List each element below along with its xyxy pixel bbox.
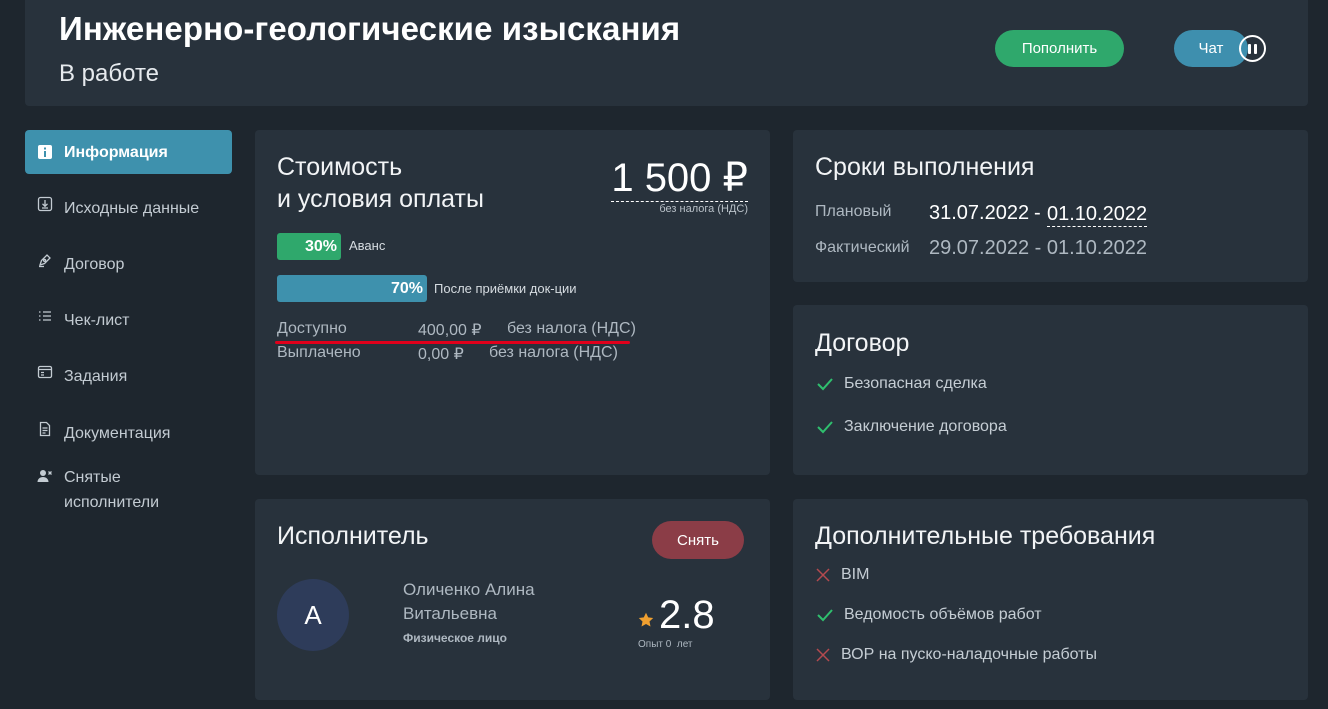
document-icon (37, 421, 53, 437)
check-icon (815, 607, 835, 623)
sidebar-item-checklist[interactable]: Чек-лист (25, 308, 232, 333)
sidebar-item-source-data[interactable]: Исходные данные (25, 196, 232, 221)
topup-button[interactable]: Пополнить (995, 30, 1124, 67)
sidebar-item-label: Задания (64, 368, 128, 385)
sidebar-item-label: Исходные данные (64, 200, 200, 217)
cost-title-line1: Стоимость (277, 153, 403, 181)
remove-executor-button[interactable]: Снять (652, 521, 744, 559)
checklist-icon (37, 308, 53, 324)
deadlines-card: Сроки выполнения Плановый 31.07.2022 - 0… (793, 130, 1308, 282)
price-note: без налога (НДС) (659, 203, 748, 215)
deadlines-title: Сроки выполнения (815, 153, 1035, 181)
check-icon (815, 376, 835, 392)
tasks-icon (37, 364, 53, 380)
extra-item-commissioning: ВОР на пуско-наладочные работы (815, 646, 1097, 664)
status-text: В работе (59, 60, 160, 87)
extra-requirements-card: Дополнительные требования BIM Ведомость … (793, 499, 1308, 700)
contract-item-conclusion: Заключение договора (815, 418, 1007, 436)
cost-card: Стоимость и условия оплаты 1 500 ₽ без н… (255, 130, 770, 475)
after-acceptance-bar: 70% (277, 275, 427, 302)
planned-dash: - (1034, 202, 1041, 224)
cost-title-line2: и условия оплаты (277, 185, 484, 213)
sidebar-item-label: Информация (64, 143, 168, 161)
pen-icon (37, 252, 53, 268)
page-title: Инженерно-геологические изыскания (59, 10, 681, 47)
paid-amount: 0,00 ₽ (418, 346, 464, 363)
executor-name-line1[interactable]: Оличенко Алина (403, 580, 535, 600)
sidebar-item-removed-executors[interactable]: Снятые исполнители (25, 465, 232, 515)
advance-label: Аванс (349, 238, 386, 253)
paid-label: Выплачено (277, 344, 361, 361)
page-header: Инженерно-геологические изыскания В рабо… (25, 0, 1308, 106)
avatar[interactable]: А (277, 579, 349, 651)
advance-bar: 30% (277, 233, 341, 260)
planned-end-date[interactable]: 01.10.2022 (1047, 202, 1148, 227)
planned-start-date: 31.07.2022 (929, 202, 1030, 224)
sidebar-item-label: Договор (64, 256, 125, 273)
chat-button[interactable]: Чат (1174, 30, 1248, 67)
available-label: Доступно (277, 320, 347, 337)
sidebar-item-information[interactable]: Информация (25, 130, 232, 174)
user-remove-icon (37, 468, 53, 484)
sidebar-item-contract[interactable]: Договор (25, 252, 232, 277)
cross-icon (815, 647, 831, 663)
contract-item-safe-deal: Безопасная сделка (815, 375, 987, 393)
experience-text: Опыт 0 лет (638, 639, 693, 650)
executor-type: Физическое лицо (403, 631, 508, 645)
extra-item-bim: BIM (815, 566, 869, 584)
available-amount: 400,00 ₽ (418, 322, 482, 339)
sidebar-item-label: Снятые исполнители (64, 469, 160, 511)
actual-dates: 29.07.2022 - 01.10.2022 (929, 237, 1147, 259)
executor-name-line2[interactable]: Витальевна (403, 604, 497, 624)
sidebar-item-tasks[interactable]: Задания (25, 364, 232, 389)
cross-icon (815, 567, 831, 583)
check-icon (815, 419, 835, 435)
extra-title: Дополнительные требования (815, 522, 1156, 550)
sidebar-item-documentation[interactable]: Документация (25, 421, 232, 446)
sidebar-item-label: Документация (64, 425, 171, 442)
info-icon (37, 144, 53, 160)
after-acceptance-percent: 70% (390, 279, 423, 297)
star-icon (638, 612, 654, 633)
extra-item-volume-sheet: Ведомость объёмов работ (815, 606, 1042, 624)
executor-title: Исполнитель (277, 522, 429, 550)
planned-label: Плановый (815, 203, 892, 220)
download-box-icon (37, 196, 53, 212)
contract-title: Договор (815, 329, 910, 357)
sidebar-item-label: Чек-лист (64, 312, 130, 329)
rating-value: 2.8 (659, 593, 715, 637)
price-value[interactable]: 1 500 ₽ (611, 155, 748, 202)
actual-label: Фактический (815, 239, 910, 256)
pause-icon[interactable] (1239, 35, 1266, 62)
contract-card: Договор Безопасная сделка Заключение дог… (793, 305, 1308, 475)
available-tax-note: без налога (НДС) (507, 320, 636, 337)
executor-card: Исполнитель Снять А Оличенко Алина Витал… (255, 499, 770, 700)
paid-tax-note: без налога (НДС) (489, 344, 618, 361)
after-acceptance-label: После приёмки док-ции (434, 281, 577, 296)
advance-percent: 30% (304, 237, 337, 255)
